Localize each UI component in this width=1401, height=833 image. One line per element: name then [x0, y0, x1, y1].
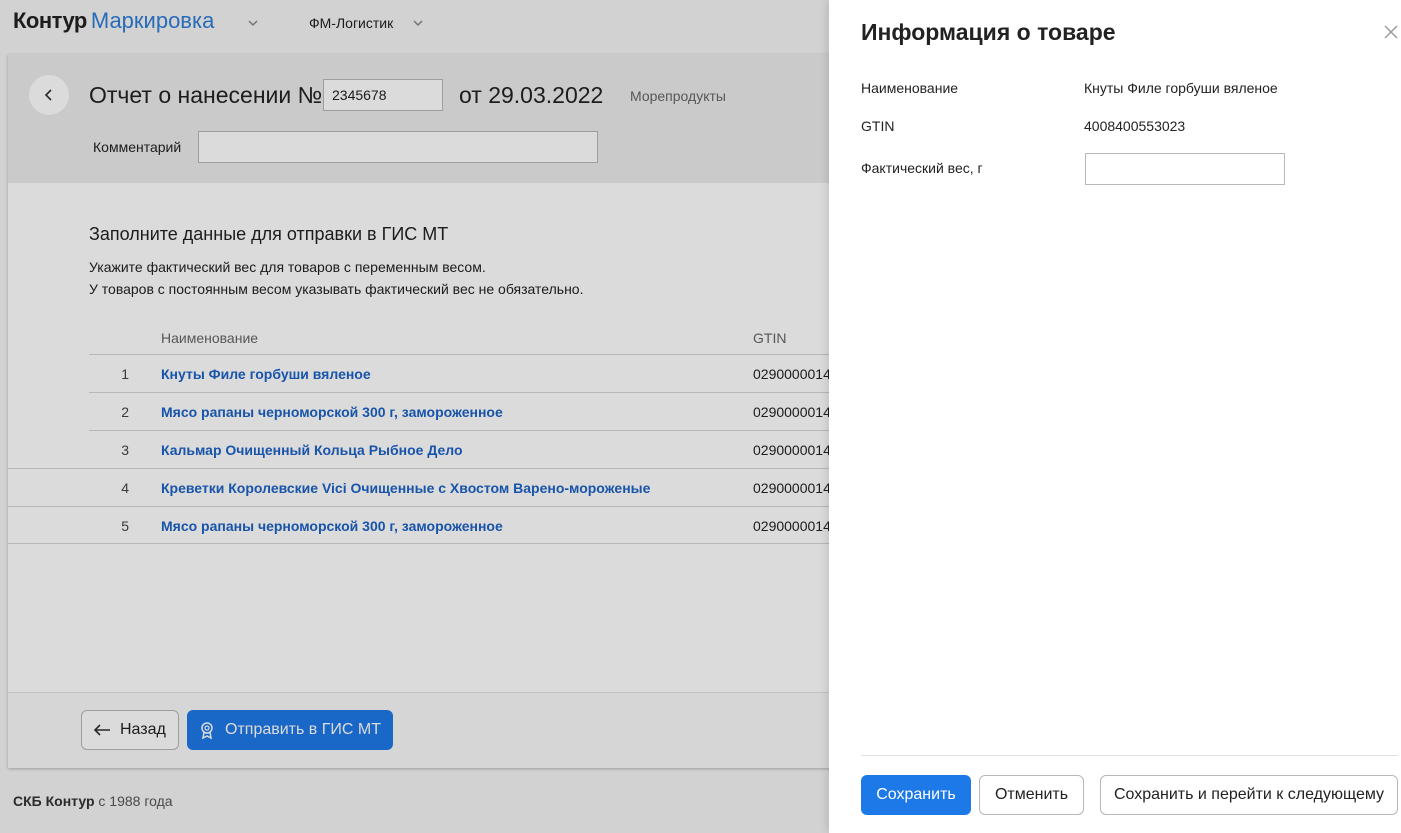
- product-info-panel: Информация о товаре Наименование Кнуты Ф…: [829, 0, 1401, 833]
- save-button[interactable]: Сохранить: [861, 775, 971, 815]
- name-value: Кнуты Филе горбуши вяленое: [1084, 80, 1278, 96]
- gtin-label: GTIN: [861, 118, 895, 134]
- weight-label: Фактический вес, г: [861, 160, 983, 176]
- close-icon[interactable]: [1382, 23, 1400, 41]
- cancel-button[interactable]: Отменить: [979, 775, 1084, 815]
- panel-title: Информация о товаре: [861, 19, 1116, 45]
- actual-weight-input[interactable]: [1085, 153, 1285, 185]
- name-label: Наименование: [861, 80, 959, 96]
- panel-divider: [861, 755, 1398, 756]
- save-and-next-button[interactable]: Сохранить и перейти к следующему: [1100, 775, 1398, 815]
- gtin-value: 4008400553023: [1084, 118, 1186, 134]
